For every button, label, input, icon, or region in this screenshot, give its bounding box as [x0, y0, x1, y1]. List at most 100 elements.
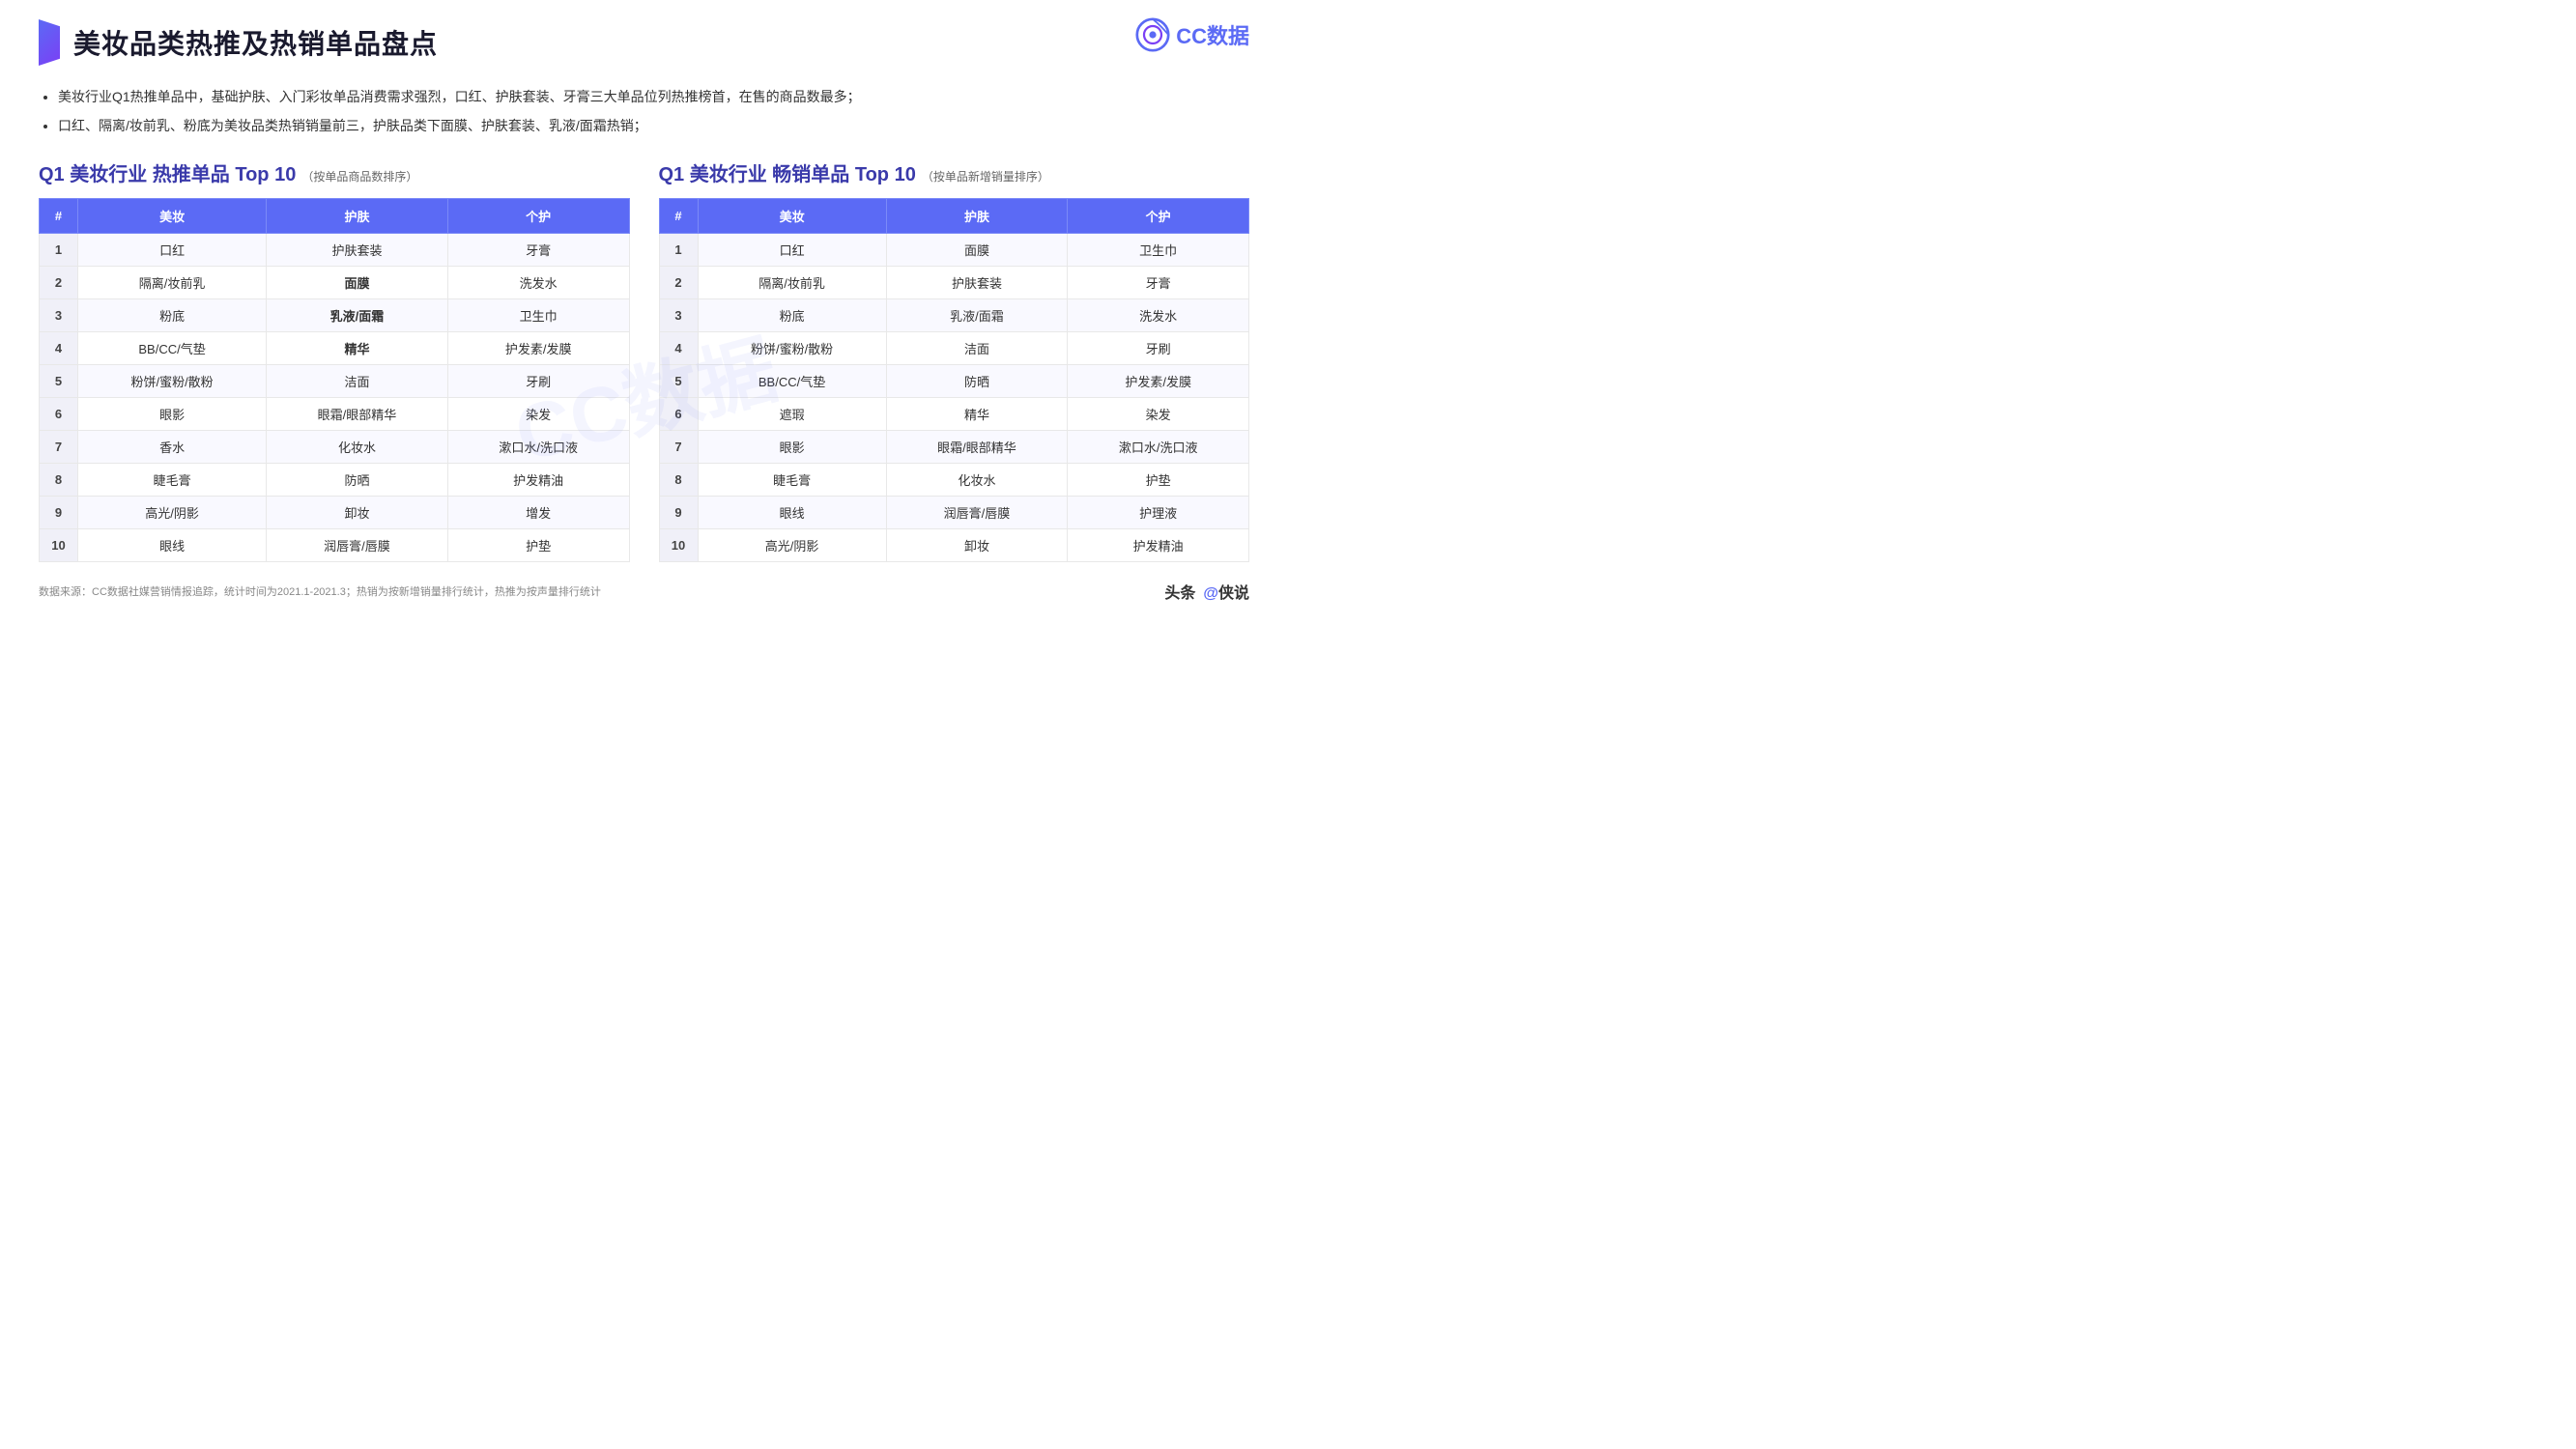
left-cell-rank: 5 — [40, 365, 78, 398]
right-cell-rank: 10 — [659, 529, 698, 562]
bullet-item-1: 美妆行业Q1热推单品中，基础护肤、入门彩妆单品消费需求强烈，口红、护肤套装、牙膏… — [58, 83, 1249, 110]
bullet-list: 美妆行业Q1热推单品中，基础护肤、入门彩妆单品消费需求强烈，口红、护肤套装、牙膏… — [58, 83, 1249, 139]
footer: 数据来源：CC数据社媒营销情报追踪，统计时间为2021.1-2021.3；热销为… — [39, 580, 1249, 603]
left-cell-personal: 牙刷 — [447, 365, 629, 398]
left-th-makeup: 美妆 — [78, 199, 267, 234]
left-cell-rank: 7 — [40, 431, 78, 464]
right-table: # 美妆 护肤 个护 1口红面膜卫生巾2隔离/妆前乳护肤套装牙膏3粉底乳液/面霜… — [659, 198, 1250, 562]
right-cell-personal: 牙刷 — [1068, 332, 1249, 365]
left-cell-personal: 染发 — [447, 398, 629, 431]
right-cell-skincare: 乳液/面霜 — [886, 299, 1068, 332]
footer-note: 数据来源：CC数据社媒营销情报追踪，统计时间为2021.1-2021.3；热销为… — [39, 583, 601, 599]
left-cell-makeup: 粉底 — [78, 299, 267, 332]
right-cell-rank: 7 — [659, 431, 698, 464]
right-th-skincare: 护肤 — [886, 199, 1068, 234]
right-table-header-row: # 美妆 护肤 个护 — [659, 199, 1249, 234]
left-cell-personal: 洗发水 — [447, 267, 629, 299]
left-table-row: 7香水化妆水漱口水/洗口液 — [40, 431, 630, 464]
left-cell-makeup: 口红 — [78, 234, 267, 267]
right-cell-personal: 卫生巾 — [1068, 234, 1249, 267]
left-cell-rank: 4 — [40, 332, 78, 365]
left-table-row: 1口红护肤套装牙膏 — [40, 234, 630, 267]
left-cell-personal: 卫生巾 — [447, 299, 629, 332]
left-cell-makeup: 高光/阴影 — [78, 497, 267, 529]
left-cell-skincare: 护肤套装 — [267, 234, 448, 267]
right-cell-rank: 6 — [659, 398, 698, 431]
right-cell-skincare: 面膜 — [886, 234, 1068, 267]
tables-container: Q1 美妆行业 热推单品 Top 10 （按单品商品数排序） # 美妆 护肤 个… — [39, 158, 1249, 562]
left-cell-makeup: 隔离/妆前乳 — [78, 267, 267, 299]
title-accent — [39, 19, 60, 66]
right-cell-makeup: 粉饼/蜜粉/散粉 — [698, 332, 886, 365]
left-cell-makeup: 眼影 — [78, 398, 267, 431]
left-th-skincare: 护肤 — [267, 199, 448, 234]
left-cell-skincare: 乳液/面霜 — [267, 299, 448, 332]
right-cell-makeup: 粉底 — [698, 299, 886, 332]
cc-logo-icon — [1135, 17, 1170, 52]
left-table-section: Q1 美妆行业 热推单品 Top 10 （按单品商品数排序） # 美妆 护肤 个… — [39, 158, 630, 562]
right-cell-rank: 2 — [659, 267, 698, 299]
right-cell-makeup: 口红 — [698, 234, 886, 267]
right-table-row: 8睫毛膏化妆水护垫 — [659, 464, 1249, 497]
right-cell-makeup: 隔离/妆前乳 — [698, 267, 886, 299]
right-cell-personal: 牙膏 — [1068, 267, 1249, 299]
page: CC数据 美妆品类热推及热销单品盘点 美妆行业Q1热推单品中，基础护肤、入门彩妆… — [0, 0, 1288, 724]
left-cell-personal: 护发精油 — [447, 464, 629, 497]
right-table-row: 1口红面膜卫生巾 — [659, 234, 1249, 267]
left-cell-rank: 3 — [40, 299, 78, 332]
left-cell-makeup: 香水 — [78, 431, 267, 464]
left-table-header-row: # 美妆 护肤 个护 — [40, 199, 630, 234]
right-table-row: 6遮瑕精华染发 — [659, 398, 1249, 431]
right-table-row: 4粉饼/蜜粉/散粉洁面牙刷 — [659, 332, 1249, 365]
right-table-row: 5BB/CC/气垫防晒护发素/发膜 — [659, 365, 1249, 398]
left-cell-skincare: 防晒 — [267, 464, 448, 497]
left-cell-skincare: 眼霜/眼部精华 — [267, 398, 448, 431]
left-cell-makeup: BB/CC/气垫 — [78, 332, 267, 365]
right-cell-rank: 4 — [659, 332, 698, 365]
left-cell-skincare: 润唇膏/唇膜 — [267, 529, 448, 562]
right-cell-makeup: BB/CC/气垫 — [698, 365, 886, 398]
right-cell-skincare: 卸妆 — [886, 529, 1068, 562]
right-cell-makeup: 睫毛膏 — [698, 464, 886, 497]
right-table-row: 7眼影眼霜/眼部精华漱口水/洗口液 — [659, 431, 1249, 464]
left-cell-makeup: 睫毛膏 — [78, 464, 267, 497]
right-table-title: Q1 美妆行业 畅销单品 Top 10 — [659, 158, 916, 186]
left-cell-personal: 漱口水/洗口液 — [447, 431, 629, 464]
left-table-body: 1口红护肤套装牙膏2隔离/妆前乳面膜洗发水3粉底乳液/面霜卫生巾4BB/CC/气… — [40, 234, 630, 562]
right-th-makeup: 美妆 — [698, 199, 886, 234]
left-table-row: 3粉底乳液/面霜卫生巾 — [40, 299, 630, 332]
page-header: 美妆品类热推及热销单品盘点 — [39, 19, 1249, 66]
logo: CC数据 — [1135, 17, 1249, 52]
right-th-rank: # — [659, 199, 698, 234]
right-cell-personal: 染发 — [1068, 398, 1249, 431]
logo-text: CC数据 — [1176, 19, 1249, 50]
right-cell-makeup: 眼线 — [698, 497, 886, 529]
right-cell-personal: 护理液 — [1068, 497, 1249, 529]
right-cell-personal: 护垫 — [1068, 464, 1249, 497]
right-cell-personal: 护发素/发膜 — [1068, 365, 1249, 398]
left-cell-rank: 6 — [40, 398, 78, 431]
right-cell-skincare: 化妆水 — [886, 464, 1068, 497]
right-cell-skincare: 护肤套装 — [886, 267, 1068, 299]
right-table-title-row: Q1 美妆行业 畅销单品 Top 10 （按单品新增销量排序） — [659, 158, 1250, 186]
left-table-row: 9高光/阴影卸妆增发 — [40, 497, 630, 529]
left-cell-skincare: 面膜 — [267, 267, 448, 299]
right-cell-makeup: 眼影 — [698, 431, 886, 464]
left-cell-personal: 护发素/发膜 — [447, 332, 629, 365]
footer-brand: 头条 @侠说 — [1164, 580, 1249, 603]
left-table-subtitle: （按单品商品数排序） — [301, 168, 417, 185]
left-cell-makeup: 眼线 — [78, 529, 267, 562]
right-table-body: 1口红面膜卫生巾2隔离/妆前乳护肤套装牙膏3粉底乳液/面霜洗发水4粉饼/蜜粉/散… — [659, 234, 1249, 562]
right-cell-skincare: 润唇膏/唇膜 — [886, 497, 1068, 529]
right-th-personal: 个护 — [1068, 199, 1249, 234]
right-cell-skincare: 精华 — [886, 398, 1068, 431]
bullet-item-2: 口红、隔离/妆前乳、粉底为美妆品类热销销量前三，护肤品类下面膜、护肤套装、乳液/… — [58, 112, 1249, 139]
left-table-title: Q1 美妆行业 热推单品 Top 10 — [39, 158, 296, 186]
left-table-row: 8睫毛膏防晒护发精油 — [40, 464, 630, 497]
right-table-subtitle: （按单品新增销量排序） — [922, 168, 1049, 185]
right-cell-rank: 1 — [659, 234, 698, 267]
right-table-section: Q1 美妆行业 畅销单品 Top 10 （按单品新增销量排序） # 美妆 护肤 … — [659, 158, 1250, 562]
left-cell-skincare: 洁面 — [267, 365, 448, 398]
page-title: 美妆品类热推及热销单品盘点 — [73, 23, 438, 62]
right-cell-skincare: 洁面 — [886, 332, 1068, 365]
